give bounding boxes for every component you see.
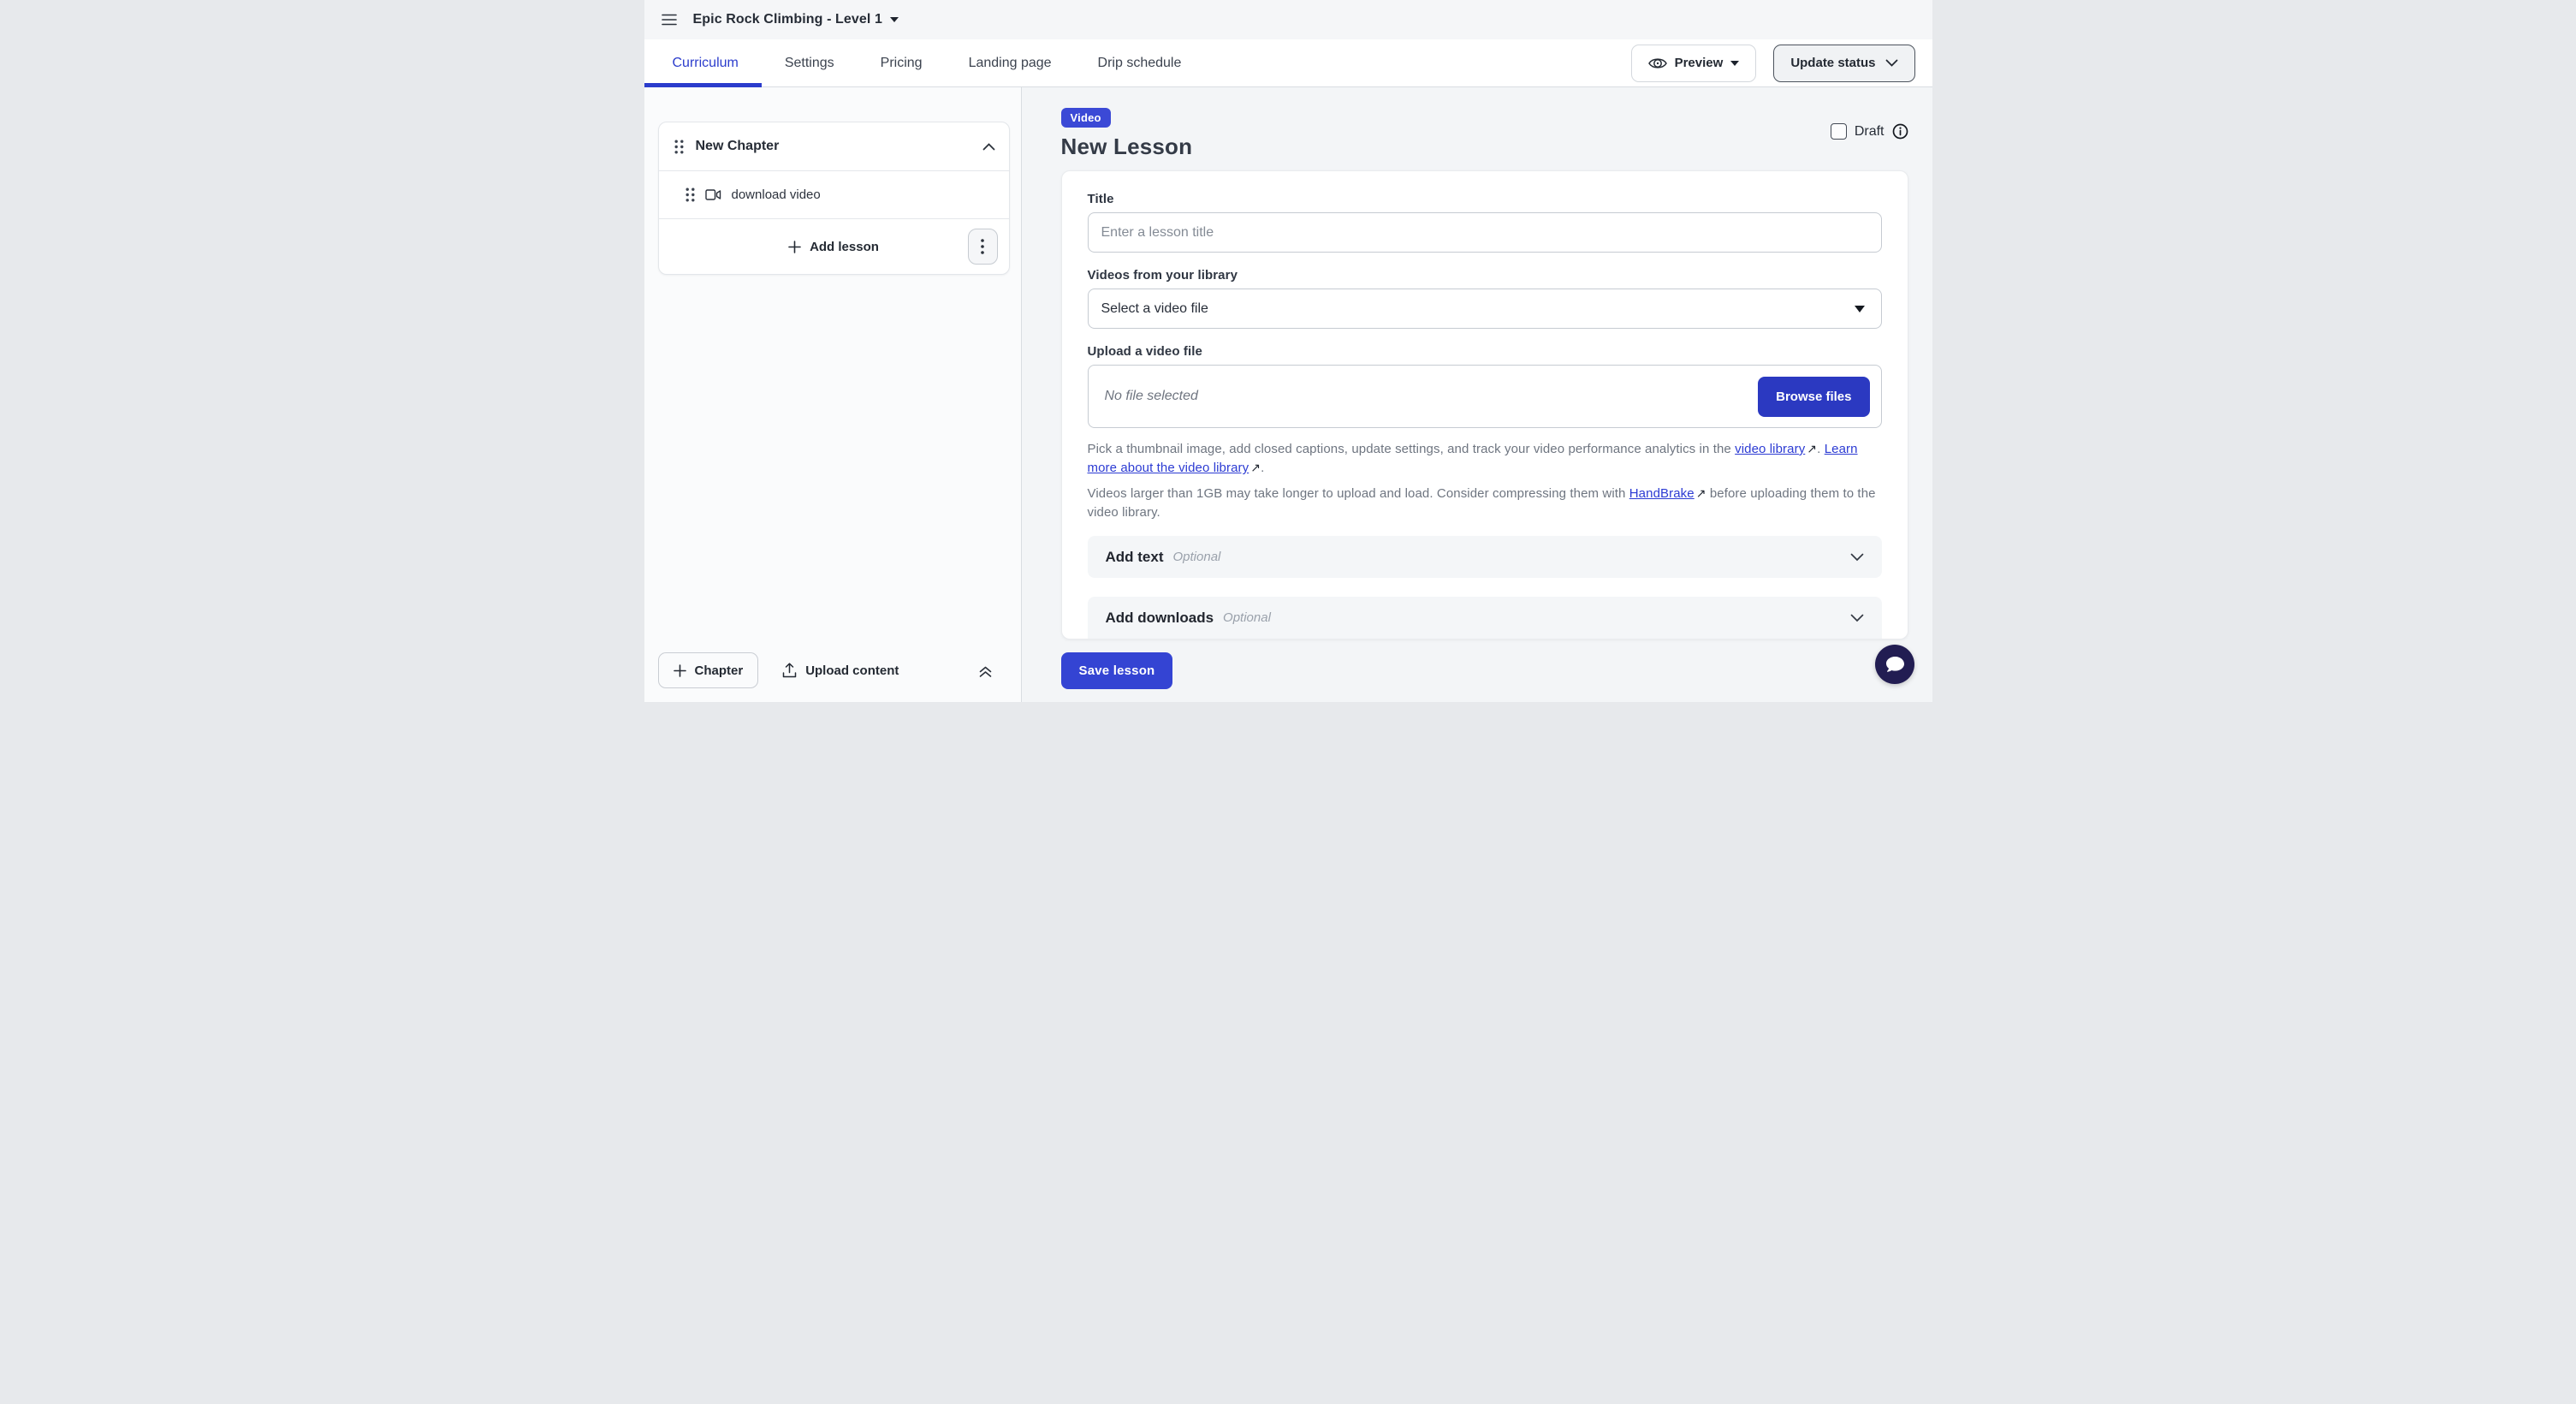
upload-field-label: Upload a video file bbox=[1088, 344, 1882, 359]
file-size-help-text: Videos larger than 1GB may take longer t… bbox=[1088, 485, 1882, 522]
video-library-field: Videos from your library Select a video … bbox=[1088, 268, 1882, 329]
preview-button[interactable]: Preview bbox=[1631, 45, 1757, 82]
upload-content-label: Upload content bbox=[805, 663, 899, 678]
lesson-head-left: Video New Lesson bbox=[1061, 108, 1193, 160]
video-library-link[interactable]: video library bbox=[1735, 442, 1805, 456]
tab-pricing[interactable]: Pricing bbox=[858, 39, 946, 86]
external-link-icon: ↗ bbox=[1696, 485, 1706, 503]
chevron-up-icon[interactable] bbox=[982, 143, 995, 151]
tab-drip-schedule[interactable]: Drip schedule bbox=[1075, 39, 1205, 86]
browse-files-button[interactable]: Browse files bbox=[1758, 377, 1869, 417]
plus-icon bbox=[674, 664, 686, 677]
course-builder-app: Epic Rock Climbing - Level 1 Curriculum … bbox=[644, 0, 1932, 702]
upload-icon bbox=[782, 663, 797, 678]
drag-handle-icon[interactable] bbox=[686, 187, 695, 202]
tabbar-actions: Preview Update status bbox=[1631, 39, 1915, 86]
curriculum-sidebar: New Chapter download video bbox=[644, 87, 1022, 702]
add-lesson-row: Add lesson bbox=[659, 219, 1009, 274]
hamburger-menu-icon[interactable] bbox=[658, 9, 680, 31]
body-layout: New Chapter download video bbox=[644, 87, 1932, 702]
draft-checkbox[interactable] bbox=[1831, 123, 1847, 140]
eye-icon bbox=[1648, 57, 1667, 70]
help-text-segment: . bbox=[1817, 442, 1825, 456]
tab-landing-page[interactable]: Landing page bbox=[946, 39, 1075, 86]
chat-bubble-icon bbox=[1884, 654, 1906, 675]
info-icon[interactable] bbox=[1892, 123, 1908, 140]
add-lesson-label: Add lesson bbox=[810, 240, 879, 254]
optional-label: Optional bbox=[1223, 610, 1271, 625]
caret-down-icon bbox=[1730, 61, 1739, 66]
lesson-form-card: Title Videos from your library Select a … bbox=[1061, 170, 1908, 640]
caret-down-icon bbox=[890, 17, 899, 22]
upload-content-button[interactable]: Upload content bbox=[782, 663, 899, 678]
video-camera-icon bbox=[705, 189, 721, 200]
lesson-type-badge: Video bbox=[1061, 108, 1111, 128]
lesson-title: download video bbox=[732, 187, 821, 202]
add-text-label: Add text bbox=[1106, 549, 1164, 566]
optional-label: Optional bbox=[1173, 550, 1221, 564]
save-lesson-button[interactable]: Save lesson bbox=[1061, 652, 1173, 689]
lesson-row[interactable]: download video bbox=[659, 171, 1009, 218]
video-file-select-value: Select a video file bbox=[1101, 301, 1208, 317]
help-text-segment: . bbox=[1261, 461, 1264, 475]
preview-button-label: Preview bbox=[1675, 56, 1724, 70]
add-lesson-button[interactable]: Add lesson bbox=[788, 240, 879, 254]
no-file-text: No file selected bbox=[1105, 389, 1198, 404]
video-library-help-text: Pick a thumbnail image, add closed capti… bbox=[1088, 440, 1882, 478]
video-file-select[interactable]: Select a video file bbox=[1088, 289, 1882, 329]
tab-curriculum[interactable]: Curriculum bbox=[644, 39, 762, 86]
chevron-down-icon bbox=[1850, 553, 1864, 562]
draft-label: Draft bbox=[1855, 124, 1885, 140]
chapter-header[interactable]: New Chapter bbox=[659, 122, 1009, 170]
lesson-title-input[interactable] bbox=[1088, 212, 1882, 253]
chapter-title: New Chapter bbox=[696, 139, 780, 154]
main-content: Video New Lesson Draft Title Vide bbox=[1022, 87, 1932, 702]
add-chapter-button[interactable]: Chapter bbox=[658, 652, 759, 688]
help-text-segment: Videos larger than 1GB may take longer t… bbox=[1088, 486, 1629, 501]
add-downloads-accordion[interactable]: Add downloads Optional bbox=[1088, 597, 1882, 639]
tabs: Curriculum Settings Pricing Landing page… bbox=[644, 39, 1205, 86]
video-library-label: Videos from your library bbox=[1088, 268, 1882, 283]
update-status-button[interactable]: Update status bbox=[1773, 45, 1914, 82]
drag-handle-icon[interactable] bbox=[674, 140, 684, 154]
help-text-segment: Pick a thumbnail image, add closed capti… bbox=[1088, 442, 1736, 456]
add-chapter-label: Chapter bbox=[695, 663, 744, 678]
page-title: New Lesson bbox=[1061, 134, 1193, 160]
tabbar: Curriculum Settings Pricing Landing page… bbox=[644, 39, 1932, 87]
topbar: Epic Rock Climbing - Level 1 bbox=[644, 0, 1932, 39]
select-caret-icon bbox=[1855, 306, 1865, 312]
lesson-head: Video New Lesson Draft bbox=[1061, 108, 1908, 160]
chapter-card: New Chapter download video bbox=[658, 122, 1010, 275]
chapter-options-kebab-button[interactable] bbox=[968, 229, 998, 265]
upload-field: Upload a video file No file selected Bro… bbox=[1088, 344, 1882, 428]
add-downloads-label: Add downloads bbox=[1106, 610, 1214, 627]
chat-widget-button[interactable] bbox=[1875, 645, 1914, 684]
upload-dropzone[interactable]: No file selected Browse files bbox=[1088, 365, 1882, 428]
tab-settings[interactable]: Settings bbox=[762, 39, 858, 86]
title-field-label: Title bbox=[1088, 192, 1882, 206]
add-text-accordion[interactable]: Add text Optional bbox=[1088, 536, 1882, 578]
update-status-button-label: Update status bbox=[1790, 56, 1875, 70]
chevron-down-icon bbox=[1850, 614, 1864, 622]
course-title: Epic Rock Climbing - Level 1 bbox=[693, 12, 883, 27]
chevron-down-icon bbox=[1885, 59, 1898, 67]
external-link-icon: ↗ bbox=[1807, 440, 1817, 458]
handbrake-link[interactable]: HandBrake bbox=[1629, 486, 1695, 501]
title-field: Title bbox=[1088, 192, 1882, 253]
collapse-all-icon[interactable] bbox=[978, 663, 1000, 678]
draft-row: Draft bbox=[1831, 123, 1908, 140]
plus-icon bbox=[788, 241, 801, 253]
external-link-icon: ↗ bbox=[1250, 459, 1261, 477]
sidebar-footer: Chapter Upload content bbox=[658, 642, 1010, 690]
course-switcher[interactable]: Epic Rock Climbing - Level 1 bbox=[693, 12, 899, 27]
